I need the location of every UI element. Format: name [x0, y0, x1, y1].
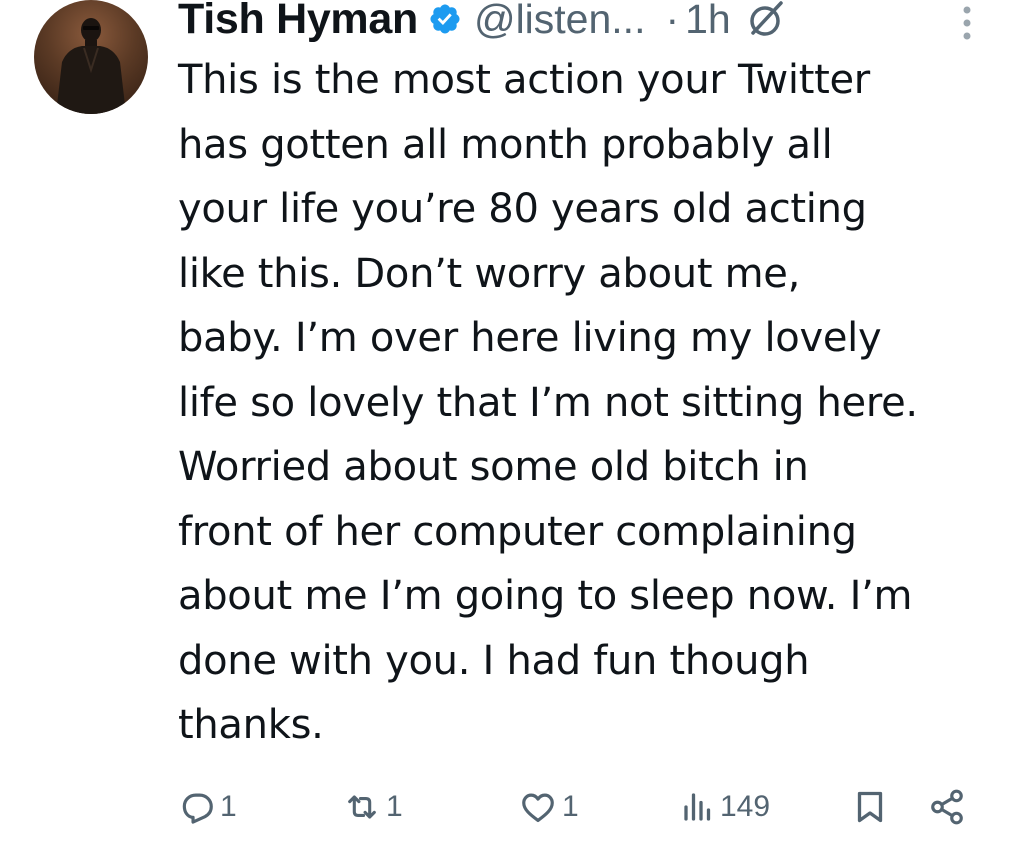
- share-icon: [928, 788, 966, 826]
- separator-dot: ·: [665, 0, 680, 42]
- reply-icon: [178, 788, 216, 826]
- repost-icon: [342, 788, 382, 826]
- timestamp[interactable]: 1h: [685, 0, 731, 43]
- reply-count: 1: [220, 790, 237, 823]
- like-icon: [518, 788, 558, 826]
- author-name[interactable]: Tish Hyman: [178, 0, 418, 44]
- reply-button[interactable]: 1: [178, 782, 237, 832]
- grok-icon[interactable]: [745, 0, 785, 39]
- share-button[interactable]: [928, 782, 966, 832]
- like-count: 1: [562, 790, 579, 823]
- bookmark-icon: [852, 787, 888, 827]
- verified-badge-icon: [428, 2, 462, 36]
- author-handle[interactable]: @listen...: [474, 0, 646, 43]
- more-options-icon[interactable]: [958, 4, 976, 44]
- views-icon: [680, 788, 716, 826]
- action-bar: 1 1 1 149: [178, 782, 978, 832]
- repost-button[interactable]: 1: [342, 782, 403, 832]
- tweet-text: This is the most action your Twitter has…: [178, 57, 918, 748]
- bookmark-button[interactable]: [852, 782, 888, 832]
- views-button[interactable]: 149: [680, 782, 770, 832]
- views-count: 149: [720, 790, 771, 823]
- repost-count: 1: [386, 790, 403, 823]
- like-button[interactable]: 1: [518, 782, 579, 832]
- tweet-header: Tish Hyman @listen... · 1h: [178, 0, 785, 44]
- avatar[interactable]: [34, 0, 148, 114]
